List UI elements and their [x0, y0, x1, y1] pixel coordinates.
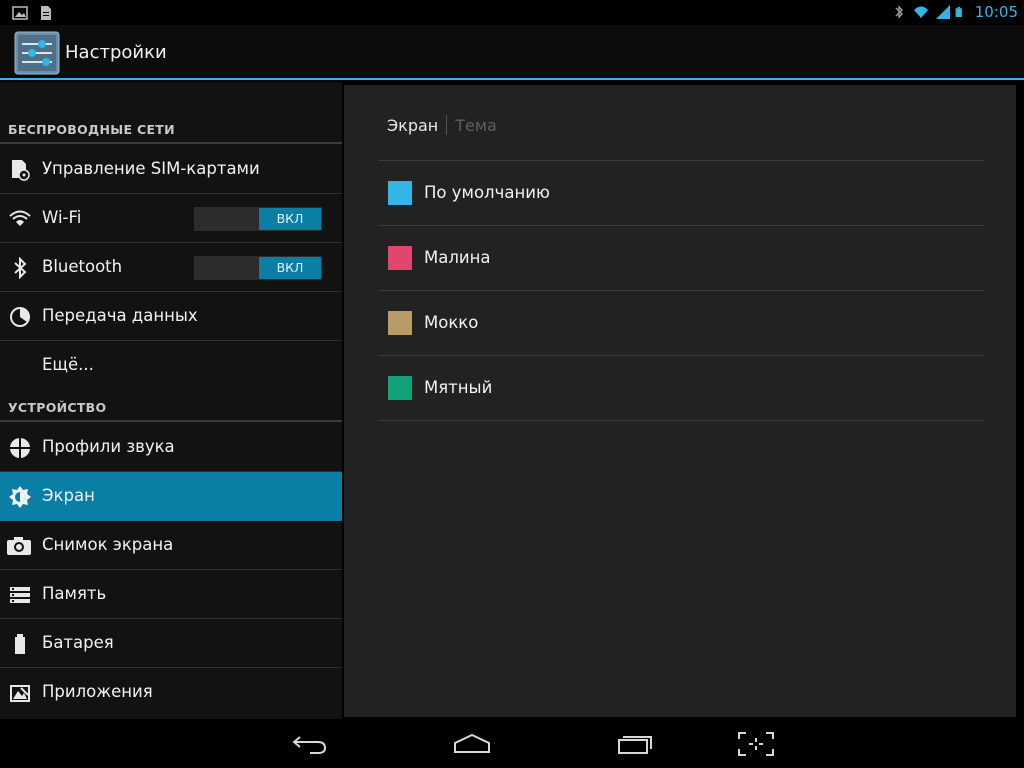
sidebar-item-storage[interactable]: Память [0, 570, 342, 619]
sidebar-item-label: Снимок экрана [42, 535, 174, 554]
breadcrumb-display[interactable]: Экран [387, 116, 438, 135]
sidebar-item-label: Ещё... [42, 355, 94, 374]
bluetooth-icon [14, 257, 27, 279]
sidebar-item-bluetooth[interactable]: Bluetooth ВКЛ [0, 243, 342, 292]
storage-icon [10, 587, 30, 603]
sound-profile-icon [10, 438, 30, 458]
breadcrumb-separator [446, 115, 448, 135]
color-swatch [388, 181, 412, 205]
sidebar-item-label: Память [42, 584, 107, 603]
theme-name: Мокко [424, 313, 479, 332]
apps-icon [10, 685, 30, 702]
battery-icon [955, 7, 962, 17]
bluetooth-toggle[interactable]: ВКЛ [194, 256, 322, 280]
sidebar-item-label: Профили звука [42, 437, 175, 456]
theme-panel: Экран Тема По умолчанию Малина Мокко Мят… [344, 85, 1016, 717]
navigation-bar [0, 719, 1024, 768]
page-title: Настройки [65, 42, 167, 63]
divider [378, 420, 985, 421]
sidebar-item-label: Приложения [42, 682, 153, 701]
sidebar-item-data-usage[interactable]: Передача данных [0, 292, 342, 341]
home-icon[interactable] [452, 731, 492, 757]
sidebar-item-label: Экран [42, 486, 95, 505]
picture-icon [12, 6, 28, 20]
sim-settings-icon [12, 160, 30, 181]
section-divider [0, 420, 342, 422]
theme-option-mocha[interactable]: Мокко [378, 291, 985, 355]
toggle-knob: ВКЛ [259, 257, 321, 279]
recent-apps-icon[interactable] [615, 731, 655, 757]
sidebar-item-sim[interactable]: Управление SIM-картами [0, 145, 342, 194]
toggle-knob: ВКЛ [259, 208, 321, 230]
sidebar-item-label: Wi-Fi [42, 208, 82, 227]
color-swatch [388, 311, 412, 335]
settings-sidebar: БЕСПРОВОДНЫЕ СЕТИ Управление SIM-картами… [0, 82, 342, 719]
breadcrumb: Экран Тема [387, 115, 497, 135]
wifi-icon [913, 6, 928, 18]
sidebar-item-label: Bluetooth [42, 257, 123, 276]
back-icon[interactable] [290, 731, 330, 757]
color-swatch [388, 246, 412, 270]
theme-name: Мятный [424, 378, 493, 397]
camera-icon [7, 537, 31, 555]
theme-option-mint[interactable]: Мятный [378, 356, 985, 420]
section-divider [0, 142, 342, 144]
clock: 10:05 [974, 3, 1018, 21]
sidebar-item-screenshot[interactable]: Снимок экрана [0, 521, 342, 570]
section-header-wireless: БЕСПРОВОДНЫЕ СЕТИ [8, 122, 175, 137]
theme-name: По умолчанию [424, 183, 550, 202]
sidebar-item-label: Передача данных [42, 306, 198, 325]
sidebar-item-display[interactable]: Экран [0, 472, 342, 521]
action-bar: Настройки [0, 25, 1024, 80]
data-usage-icon [10, 307, 30, 327]
sidebar-item-battery[interactable]: Батарея [0, 619, 342, 668]
status-bar: 10:05 [0, 0, 1024, 25]
brightness-icon [9, 486, 31, 508]
file-icon [41, 6, 51, 20]
color-swatch [388, 376, 412, 400]
wifi-icon [9, 210, 31, 226]
sidebar-item-apps[interactable]: Приложения [0, 668, 342, 717]
bluetooth-icon [895, 5, 903, 19]
theme-option-raspberry[interactable]: Малина [378, 226, 985, 290]
theme-name: Малина [424, 248, 491, 267]
battery-icon [15, 634, 25, 654]
settings-sliders-icon[interactable] [14, 31, 60, 75]
sidebar-item-more[interactable]: Ещё... [0, 341, 342, 390]
breadcrumb-theme: Тема [455, 115, 497, 135]
wifi-toggle[interactable]: ВКЛ [194, 207, 322, 231]
sidebar-item-label: Управление SIM-картами [42, 159, 260, 178]
signal-icon [935, 5, 950, 19]
sidebar-item-wifi[interactable]: Wi-Fi ВКЛ [0, 194, 342, 243]
theme-option-default[interactable]: По умолчанию [378, 161, 985, 225]
sidebar-item-sound-profiles[interactable]: Профили звука [0, 423, 342, 472]
screenshot-icon[interactable] [736, 731, 776, 757]
sidebar-item-label: Батарея [42, 633, 114, 652]
section-header-device: УСТРОЙСТВО [8, 400, 107, 415]
